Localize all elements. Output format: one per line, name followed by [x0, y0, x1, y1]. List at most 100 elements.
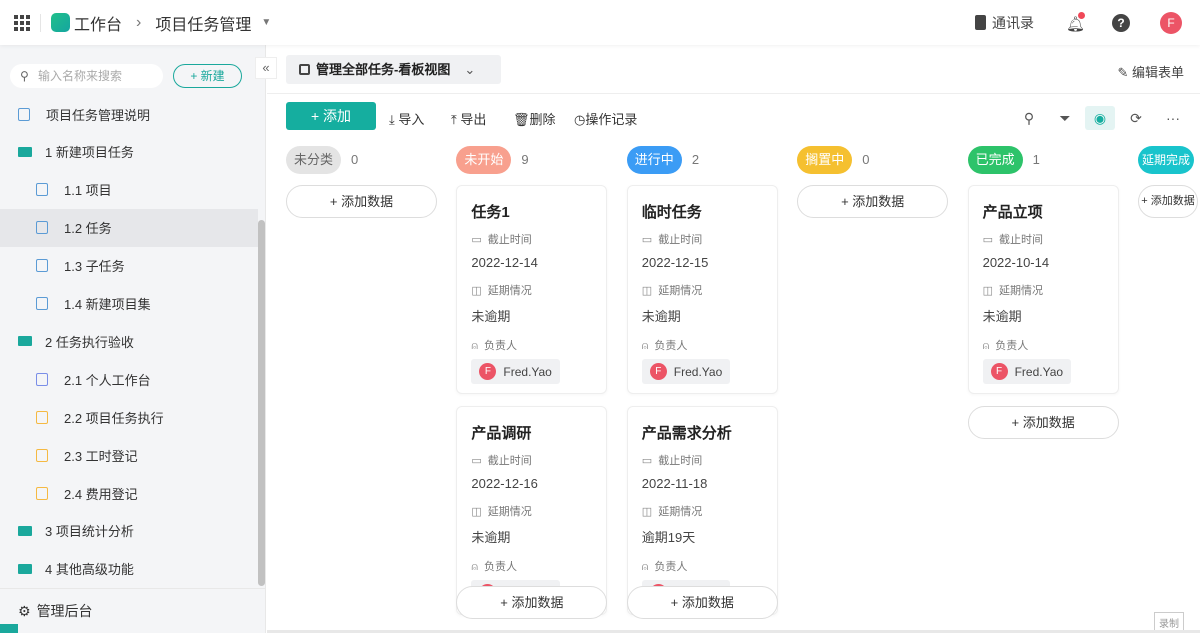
admin-link[interactable]: ⚙ 管理后台 [0, 588, 265, 633]
status-badge: 未分类 [286, 146, 341, 174]
status-badge: 进行中 [627, 146, 682, 174]
clock-icon: ◷ [574, 112, 585, 127]
calendar-icon: ▭ [642, 455, 652, 467]
field-icon: ◫ [471, 506, 481, 518]
sidebar-item[interactable]: 1.1 项目 [0, 171, 258, 209]
user-icon: ⍝ [471, 340, 478, 352]
contacts-link[interactable]: 通讯录 [992, 13, 1034, 33]
plus-icon: + [330, 194, 341, 209]
new-button[interactable]: + 新建 [173, 64, 242, 88]
sidebar-item[interactable]: 项目任务管理说明 [0, 95, 258, 133]
breadcrumb-workspace[interactable]: 工作台 [74, 11, 122, 35]
add-data-button[interactable]: + 添加数据 [797, 185, 948, 218]
sidebar-item[interactable]: 1.2 任务 [0, 209, 258, 247]
sidebar-item[interactable]: 1.4 新建项目集 [0, 285, 258, 323]
sidebar-item-label: 1 新建项目任务 [45, 142, 134, 161]
delay-value: 未逾期 [642, 306, 763, 325]
bell-icon[interactable]: 🔔︎ [1066, 15, 1082, 31]
view-selector[interactable]: 管理全部任务-看板视图⌄ [286, 55, 501, 84]
add-data-button[interactable]: + 添加数据 [456, 586, 607, 619]
delay-label: 延期情况 [999, 285, 1043, 297]
main-panel: 管理全部任务-看板视图⌄ ✎ 编辑表单 + 添加 ⤓ 导入 ⤒ 导出 🗑︎删除 … [267, 45, 1200, 633]
kanban-icon [299, 64, 310, 75]
delete-button[interactable]: 🗑︎删除 [513, 109, 556, 128]
card-title: 产品需求分析 [642, 422, 763, 443]
export-button[interactable]: ⤒ 导出 [451, 109, 486, 128]
task-card[interactable]: 产品立项 ▭截止时间 2022-10-14 ◫延期情况 未逾期 ⍝负责人 FFr… [968, 185, 1119, 394]
sidebar-item[interactable]: 2.2 项目任务执行 [0, 398, 258, 436]
caret-down-icon[interactable]: ▼ [261, 17, 271, 28]
add-data-button[interactable]: + 添加数据 [968, 406, 1119, 439]
notification-dot [1078, 12, 1085, 19]
deadline-label: 截止时间 [658, 455, 702, 467]
search-icon[interactable]: ⚲ [1014, 106, 1044, 130]
scrollbar[interactable] [258, 220, 265, 586]
column-count: 2 [692, 152, 699, 167]
task-card[interactable]: 临时任务 ▭截止时间 2022-12-15 ◫延期情况 未逾期 ⍝负责人 FFr… [627, 185, 778, 394]
log-button[interactable]: ◷操作记录 [574, 109, 637, 128]
deadline-label: 截止时间 [488, 455, 532, 467]
calendar-icon: ▭ [983, 234, 993, 246]
filter-icon[interactable]: ⏷ [1050, 106, 1080, 130]
owner-chip: FFred.Yao [642, 359, 730, 384]
breadcrumb-app[interactable]: 项目任务管理 [155, 11, 251, 35]
add-data-label: 添加数据 [1151, 195, 1195, 207]
admin-label: 管理后台 [37, 601, 93, 621]
task-card[interactable]: 产品调研 ▭截止时间 2022-12-16 ◫延期情况 未逾期 ⍝负责人 FFr… [456, 406, 607, 615]
add-data-button[interactable]: + 添加数据 [286, 185, 437, 218]
sidebar-item-label: 1.2 任务 [64, 218, 112, 237]
kanban-column: 未开始9 [456, 146, 608, 174]
owner-label: 负责人 [654, 561, 687, 573]
sidebar-item[interactable]: 3 项目统计分析 [0, 512, 258, 550]
add-data-button[interactable]: + 添加数据 [627, 586, 778, 619]
deadline-value: 2022-10-14 [983, 255, 1104, 270]
edit-form-label: 编辑表单 [1132, 65, 1184, 80]
user-icon: ⍝ [642, 340, 649, 352]
add-button[interactable]: + 添加 [286, 102, 376, 130]
card-title: 产品立项 [983, 201, 1104, 222]
log-label: 操作记录 [585, 112, 637, 127]
sidebar-item[interactable]: 1.3 子任务 [0, 247, 258, 285]
avatar[interactable]: F [1160, 12, 1182, 34]
search-input[interactable]: ⚲输入名称来搜索 [10, 64, 163, 88]
new-label: 新建 [201, 69, 225, 83]
deadline-label: 截止时间 [999, 234, 1043, 246]
sidebar-item[interactable]: 2 任务执行验收 [0, 322, 258, 360]
help-icon[interactable]: ? [1112, 14, 1130, 32]
owner-name: Fred.Yao [674, 365, 722, 379]
sidebar-item[interactable]: 2.1 个人工作台 [0, 360, 258, 398]
edit-form-button[interactable]: ✎ 编辑表单 [1117, 62, 1184, 81]
delay-label: 延期情况 [488, 506, 532, 518]
status-badge: 延期完成 [1138, 146, 1194, 174]
sidebar-item-label: 2.2 项目任务执行 [64, 408, 164, 427]
sidebar-item-label: 2.4 费用登记 [64, 484, 138, 503]
refresh-icon[interactable]: ⟳ [1121, 106, 1151, 130]
folder-icon [18, 336, 32, 346]
kanban-column: 未分类0 [286, 146, 438, 174]
display-settings-icon[interactable]: ◉ [1085, 106, 1115, 130]
sidebar-item[interactable]: 2.4 费用登记 [0, 474, 258, 512]
deadline-value: 2022-12-15 [642, 255, 763, 270]
chevron-down-icon: ⌄ [464, 62, 475, 77]
delay-value: 未逾期 [471, 527, 592, 546]
folder-icon [18, 564, 32, 574]
sidebar-item[interactable]: 2.3 工时登记 [0, 436, 258, 474]
contacts-icon[interactable] [975, 15, 986, 30]
export-label: 导出 [460, 112, 486, 127]
card-title: 产品调研 [471, 422, 592, 443]
collapse-sidebar-button[interactable]: « [255, 57, 277, 79]
gear-icon: ⚙ [18, 603, 31, 620]
import-button[interactable]: ⤓ 导入 [389, 109, 424, 128]
add-data-button[interactable]: + 添加数据 [1138, 185, 1198, 218]
task-card[interactable]: 产品需求分析 ▭截止时间 2022-11-18 ◫延期情况 逾期19天 ⍝负责人… [627, 406, 778, 615]
field-icon: ◫ [642, 285, 652, 297]
apps-grid-icon[interactable] [14, 15, 30, 31]
sidebar-item[interactable]: 1 新建项目任务 [0, 133, 258, 171]
more-icon[interactable]: ··· [1158, 106, 1188, 130]
calendar-icon: ▭ [642, 234, 652, 246]
task-card[interactable]: 任务1 ▭截止时间 2022-12-14 ◫延期情况 未逾期 ⍝负责人 FFre… [456, 185, 607, 394]
avatar: F [479, 363, 496, 380]
card-title: 任务1 [471, 201, 592, 222]
sidebar-item[interactable]: 4 其他高级功能 [0, 550, 258, 588]
add-label: 添加 [323, 108, 351, 124]
